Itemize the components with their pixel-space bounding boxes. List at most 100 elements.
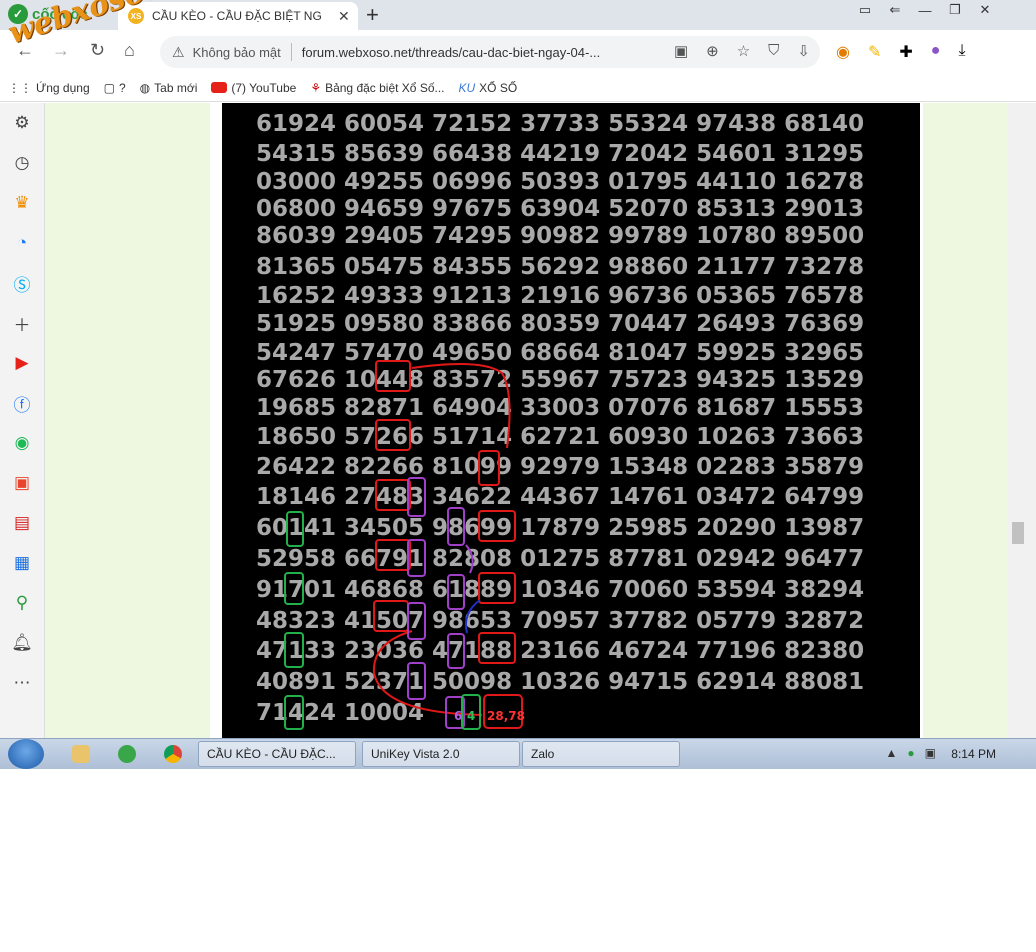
game-icon[interactable]: ⚲ (0, 583, 44, 623)
taskbar-zalo-task[interactable]: Zalo (522, 741, 680, 767)
settings-gear-icon[interactable]: ⚙ (0, 103, 44, 143)
active-tab[interactable]: XS CẦU KÈO - CẦU ĐẶC BIỆT NG ✕ (118, 2, 358, 30)
tray-app-icon[interactable]: ● (907, 746, 914, 760)
browser-sidebar: ⚙ ◷ ♛ ◔ Ⓢ ＋ ▶ ⓕ ◉ ▣ ▤ ▦ ⚲ 🔔︎ ⋯ (0, 103, 45, 738)
add-panel-icon[interactable]: ＋ (0, 303, 44, 343)
tiki-icon[interactable]: ▦ (0, 543, 44, 583)
bookmark-label: ? (118, 80, 126, 95)
purple-highlight-box (447, 507, 465, 546)
restore-icon[interactable]: ❐ (940, 0, 970, 20)
purple-connector-line (465, 544, 474, 574)
tab-title: CẦU KÈO - CẦU ĐẶC BIỆT NG (152, 9, 322, 23)
red-highlight-box (375, 539, 411, 571)
red-highlight-box (478, 632, 516, 664)
coccoc-taskbar-icon[interactable] (118, 745, 136, 763)
forward-icon[interactable]: → (52, 40, 70, 61)
messenger-icon[interactable]: ◔ (0, 223, 44, 263)
shop-88-icon[interactable]: ▣ (0, 463, 44, 503)
taskbar-clock[interactable]: 8:14 PM (951, 747, 996, 761)
toolbar: ← → ↻ ⌂ ⚠ Không bảo mật forum.webxoso.ne… (0, 30, 1036, 74)
bookmark-folder[interactable]: ▢? (104, 81, 126, 95)
downloads-icon[interactable]: ⤓ (958, 42, 965, 62)
omnibox-actions: ▣ ⊕ ☆ ⛉ ⇩ (674, 42, 810, 60)
reload-icon[interactable]: ↻ (90, 40, 105, 61)
vtv-icon[interactable]: ▤ (0, 503, 44, 543)
bookmark-label: Tab mới (154, 80, 198, 95)
download-page-icon[interactable]: ⇩ (797, 42, 810, 60)
globe-icon: ◍ (139, 80, 151, 95)
bookmark-apps[interactable]: ⋮⋮ Ứng dụng (8, 81, 90, 95)
media-icon[interactable]: ▣ (674, 42, 688, 60)
green-highlight-box (284, 572, 304, 605)
bookmark-bang-dac-biet[interactable]: ⚘ Bảng đặc biệt Xổ Số... (310, 81, 444, 95)
bookmark-new-tab[interactable]: ◍ Tab mới (140, 81, 198, 95)
red-highlight-box (375, 419, 411, 451)
taskbar-unikey-task[interactable]: UniKey Vista 2.0 (362, 741, 520, 767)
red-highlight-box (478, 510, 516, 542)
red-connector-line (372, 630, 483, 716)
new-tab-button[interactable]: + (366, 2, 379, 28)
tray-arrow-icon[interactable]: ▲ (886, 746, 898, 760)
ku-icon: KU (458, 80, 476, 95)
result-label: 28,78 (487, 709, 525, 723)
red-highlight-box (373, 600, 409, 632)
coccoc-extension-icon[interactable]: ◉ (836, 42, 850, 62)
bookmark-label: XỔ SỐ (479, 80, 518, 95)
history-icon[interactable]: ◷ (0, 143, 44, 183)
scrollbar-thumb[interactable] (1012, 522, 1024, 544)
security-label[interactable]: Không bảo mật (193, 45, 281, 60)
green-highlight-box (284, 632, 304, 668)
file-explorer-icon[interactable] (72, 745, 90, 763)
spotify-icon[interactable]: ◉ (0, 423, 44, 463)
bookmarks-bar: ⋮⋮ Ứng dụng ▢? ◍ Tab mới (7) YouTube ⚘ Bảng… (0, 74, 1036, 102)
red-connector-line (411, 363, 511, 449)
purple-highlight-box (447, 574, 465, 610)
green-highlight-box (284, 695, 304, 730)
bookmark-label: (7) YouTube (231, 80, 297, 95)
skype-icon[interactable]: Ⓢ (0, 263, 44, 303)
screenshot-icon[interactable]: ▭ (850, 0, 880, 20)
purple-highlight-box (407, 602, 426, 640)
crown-icon[interactable]: ♛ (0, 183, 44, 223)
red-highlight-box (375, 360, 411, 392)
extensions-bar: ◉ ✎ ✚ ● ⤓ (836, 42, 966, 62)
notifications-bell-icon[interactable]: 🔔︎ (0, 623, 44, 663)
pencil-icon[interactable]: ✎ (868, 42, 881, 62)
address-bar[interactable]: ⚠ Không bảo mật forum.webxoso.net/thread… (160, 36, 820, 68)
home-icon[interactable]: ⌂ (124, 40, 135, 61)
close-window-icon[interactable]: ✕ (970, 0, 1000, 20)
red-highlight-box (375, 479, 411, 511)
vertical-scrollbar[interactable] (1008, 103, 1036, 738)
zoom-icon[interactable]: ⊕ (706, 42, 719, 60)
facebook-icon[interactable]: ⓕ (0, 383, 44, 423)
bookmark-youtube[interactable]: (7) YouTube (211, 81, 296, 95)
minimize-icon[interactable]: — (910, 0, 940, 20)
site-icon: ⚘ (310, 80, 322, 95)
windows-taskbar: CẦU KÈO - CẦU ĐẶC... UniKey Vista 2.0 Za… (0, 738, 1036, 769)
network-icon[interactable]: ▣ (925, 746, 936, 760)
bookmark-label: Bảng đặc biệt Xổ Số... (325, 80, 445, 95)
youtube-icon (211, 82, 228, 93)
warning-icon[interactable]: ⚠ (172, 44, 185, 61)
bookmark-xo-so[interactable]: KU XỔ SỐ (459, 81, 518, 95)
youtube-sidebar-icon[interactable]: ▶ (0, 343, 44, 383)
bookmark-star-icon[interactable]: ☆ (737, 42, 750, 60)
bookmark-label: Ứng dụng (36, 80, 90, 95)
more-dots-icon[interactable]: ⋯ (0, 663, 44, 703)
start-button[interactable] (8, 739, 44, 769)
shield-icon[interactable]: ⛉ (768, 42, 779, 60)
back-arrow-icon[interactable]: ⇐ (880, 0, 910, 20)
profile-avatar-icon[interactable]: ● (931, 42, 941, 62)
tab-close-icon[interactable]: ✕ (338, 8, 350, 25)
red-highlight-box (478, 572, 516, 604)
green-four-label: 4 (467, 709, 475, 723)
purple-highlight-box (447, 633, 465, 669)
taskbar-browser-task[interactable]: CẦU KÈO - CẦU ĐẶC... (198, 741, 356, 767)
purple-highlight-box (407, 662, 426, 700)
blue-connector-line (464, 599, 481, 634)
annotation-overlay: 6 4 28,78 (284, 360, 525, 730)
red-highlight-box (478, 450, 500, 486)
chrome-icon[interactable] (164, 745, 182, 763)
puzzle-icon[interactable]: ✚ (899, 42, 912, 62)
url-text[interactable]: forum.webxoso.net/threads/cau-dac-biet-n… (302, 45, 600, 60)
